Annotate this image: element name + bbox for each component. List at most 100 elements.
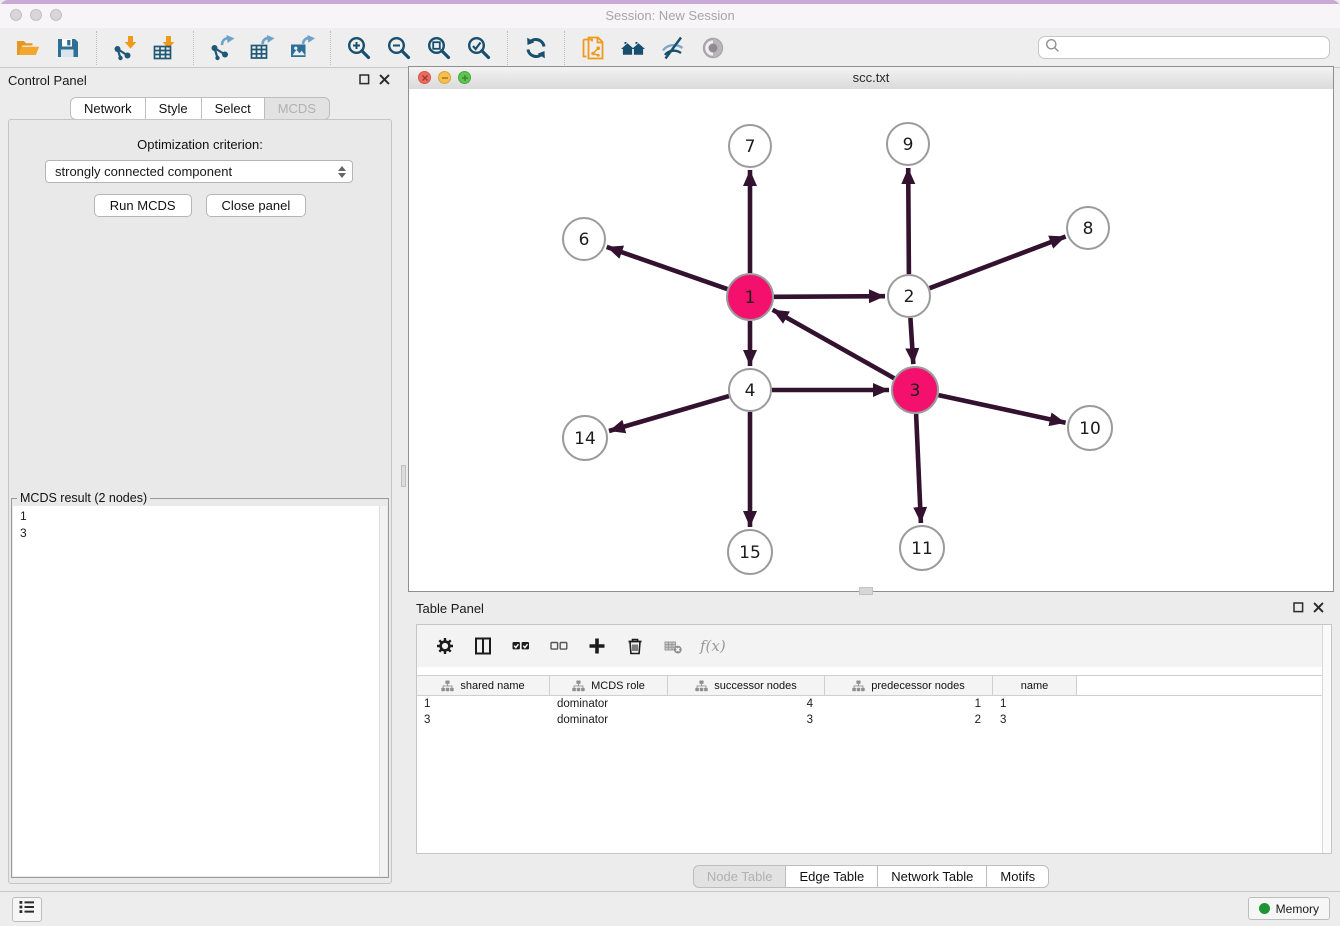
column-label: successor nodes: [714, 680, 797, 692]
network-window-title: scc.txt: [409, 67, 1333, 88]
table-scrollbar[interactable]: [1322, 625, 1331, 853]
graph-edge-2-9[interactable]: [908, 168, 909, 274]
column-header-shared-name[interactable]: shared name: [417, 676, 550, 695]
memory-label: Memory: [1276, 902, 1319, 916]
table-row[interactable]: 1dominator411: [417, 696, 1331, 712]
table-row[interactable]: 3dominator323: [417, 712, 1331, 728]
close-table-panel-icon[interactable]: [1313, 602, 1324, 613]
graph-edge-2-8[interactable]: [930, 237, 1066, 289]
table-mode-icon[interactable]: [433, 634, 457, 658]
add-column-icon[interactable]: [585, 634, 609, 658]
table-type-tabs: Node TableEdge TableNetwork TableMotifs: [408, 865, 1334, 888]
mcds-result-textarea[interactable]: 13: [13, 506, 387, 876]
import-network-icon[interactable]: [109, 32, 141, 64]
horizontal-splitter-grip[interactable]: [859, 587, 873, 595]
splitter-grip[interactable]: [401, 465, 406, 487]
result-scrollbar[interactable]: [379, 506, 387, 876]
criterion-select-value: strongly connected component: [55, 164, 232, 179]
graph-node-label-11: 11: [911, 539, 933, 559]
graph-node-label-1: 1: [745, 288, 756, 308]
tree-hierarchy-icon: [441, 680, 454, 692]
table-panel-title: Table Panel: [416, 601, 484, 616]
zoom-out-icon[interactable]: [383, 32, 415, 64]
hide-all-columns-icon[interactable]: [547, 634, 571, 658]
criterion-select[interactable]: strongly connected component: [45, 160, 353, 183]
graph-edge-2-3[interactable]: [910, 318, 913, 364]
close-panel-button[interactable]: Close panel: [206, 194, 307, 217]
search-input[interactable]: [1060, 36, 1329, 59]
zoom-in-icon[interactable]: [343, 32, 375, 64]
tree-hierarchy-icon: [852, 680, 865, 692]
svg-text:f(x): f(x): [699, 637, 725, 655]
search-icon: [1045, 38, 1060, 58]
float-panel-icon[interactable]: [359, 74, 370, 85]
new-network-from-selection-icon[interactable]: [577, 32, 609, 64]
table-cell[interactable]: 3: [417, 714, 550, 726]
table-cell[interactable]: dominator: [550, 714, 668, 726]
search-field[interactable]: [1038, 36, 1330, 59]
graph-edge-3-1[interactable]: [773, 310, 895, 378]
open-session-icon[interactable]: [12, 32, 44, 64]
graph-node-label-15: 15: [739, 543, 761, 563]
zoom-fit-icon[interactable]: [423, 32, 455, 64]
run-mcds-button[interactable]: Run MCDS: [94, 194, 192, 217]
graph-edge-1-6[interactable]: [607, 247, 728, 289]
graph-edge-3-11[interactable]: [916, 414, 921, 523]
zoom-selected-icon[interactable]: [463, 32, 495, 64]
network-maximize-icon[interactable]: [458, 71, 471, 84]
export-table-icon[interactable]: [246, 32, 278, 64]
tab-network[interactable]: Network: [70, 97, 146, 120]
export-network-icon[interactable]: [206, 32, 238, 64]
tab-network-table[interactable]: Network Table: [877, 865, 987, 888]
table-cell[interactable]: 4: [668, 698, 825, 710]
first-neighbors-icon[interactable]: [617, 32, 649, 64]
network-window-titlebar[interactable]: scc.txt: [409, 67, 1333, 90]
apply-layout-icon[interactable]: [520, 32, 552, 64]
memory-status-icon: [1259, 903, 1270, 914]
column-header-MCDS-role[interactable]: MCDS role: [550, 676, 668, 695]
table-cell[interactable]: 2: [825, 714, 993, 726]
table-cell[interactable]: 3: [993, 714, 1077, 726]
table-cell[interactable]: 3: [668, 714, 825, 726]
close-panel-icon[interactable]: [379, 74, 390, 85]
column-header-predecessor-nodes[interactable]: predecessor nodes: [825, 676, 993, 695]
mcds-result-line: 3: [20, 525, 377, 542]
network-canvas[interactable]: 7968124314101511: [409, 89, 1333, 591]
task-history-button[interactable]: [12, 897, 42, 922]
tab-motifs[interactable]: Motifs: [986, 865, 1049, 888]
vertical-splitter[interactable]: [400, 68, 408, 892]
table-cell[interactable]: 1: [417, 698, 550, 710]
main-toolbar: [0, 28, 1340, 68]
delete-column-icon[interactable]: [623, 634, 647, 658]
import-table-icon[interactable]: [149, 32, 181, 64]
table-cell[interactable]: 1: [993, 698, 1077, 710]
network-view-window: scc.txt 7968124314101511: [408, 66, 1334, 592]
table-cell[interactable]: dominator: [550, 698, 668, 710]
export-image-icon[interactable]: [286, 32, 318, 64]
memory-button[interactable]: Memory: [1248, 897, 1330, 920]
column-header-name[interactable]: name: [993, 676, 1077, 695]
graph-edge-3-10[interactable]: [939, 395, 1066, 423]
toggle-panel-icon[interactable]: [471, 634, 495, 658]
tab-edge-table[interactable]: Edge Table: [785, 865, 878, 888]
tab-select[interactable]: Select: [201, 97, 265, 120]
tab-node-table[interactable]: Node Table: [693, 865, 787, 888]
graph-edge-1-2[interactable]: [774, 296, 885, 297]
table-cell[interactable]: 1: [825, 698, 993, 710]
column-header-successor-nodes[interactable]: successor nodes: [668, 676, 825, 695]
graph-edge-4-14[interactable]: [609, 396, 729, 431]
tab-mcds[interactable]: MCDS: [264, 97, 330, 120]
mcds-result-line: 1: [20, 508, 377, 525]
graph-node-label-7: 7: [745, 137, 756, 157]
app-title: Session: New Session: [0, 3, 1340, 28]
tab-style[interactable]: Style: [145, 97, 202, 120]
save-session-icon[interactable]: [52, 32, 84, 64]
hide-selected-icon[interactable]: [657, 32, 689, 64]
float-table-panel-icon[interactable]: [1293, 602, 1304, 613]
toolbar-separator: [193, 31, 194, 65]
column-label: predecessor nodes: [871, 680, 965, 692]
list-icon: [18, 899, 36, 920]
network-close-icon[interactable]: [418, 71, 431, 84]
network-minimize-icon[interactable]: [438, 71, 451, 84]
show-all-columns-icon[interactable]: [509, 634, 533, 658]
